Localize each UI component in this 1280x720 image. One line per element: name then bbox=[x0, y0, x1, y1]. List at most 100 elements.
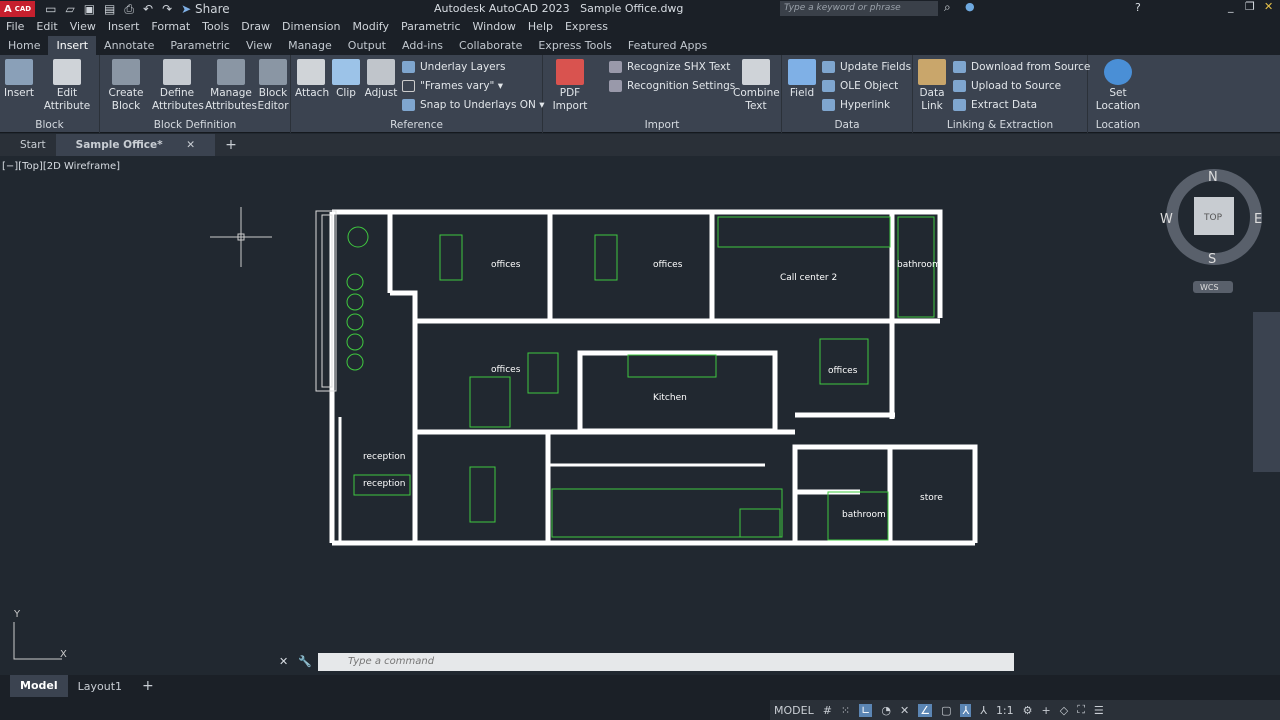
tab-express-tools[interactable]: Express Tools bbox=[530, 36, 620, 55]
room-label: reception bbox=[363, 479, 405, 489]
define-attributes-button[interactable]: Define Attributes bbox=[152, 59, 204, 113]
panel-title-reference[interactable]: Reference bbox=[291, 119, 542, 131]
new-tab-button[interactable]: + bbox=[215, 137, 247, 153]
data-link-button[interactable]: Data Link bbox=[916, 59, 948, 113]
snap-underlays-dropdown[interactable]: Snap to Underlays ON ▾ bbox=[402, 99, 545, 111]
new-icon[interactable]: ▭ bbox=[45, 2, 56, 17]
menu-modify[interactable]: Modify bbox=[347, 18, 395, 36]
set-location-button[interactable]: Set Location bbox=[1094, 59, 1142, 113]
print-icon[interactable]: ⎙ bbox=[124, 2, 134, 17]
grid-icon[interactable]: # bbox=[823, 704, 832, 717]
extract-data-button[interactable]: Extract Data bbox=[953, 99, 1037, 111]
gear-icon[interactable]: ⚙ bbox=[1023, 704, 1033, 717]
hyperlink-button[interactable]: Hyperlink bbox=[822, 99, 890, 111]
maximize-button[interactable]: ❐ bbox=[1245, 0, 1255, 13]
menu-express[interactable]: Express bbox=[559, 18, 614, 36]
tab-view[interactable]: View bbox=[238, 36, 280, 55]
edit-attribute-button[interactable]: Edit Attribute bbox=[42, 59, 92, 113]
command-input[interactable]: Type a command bbox=[318, 653, 1014, 671]
dynamic-ucs-icon[interactable]: ∠ bbox=[918, 703, 933, 717]
user-icon[interactable]: ● bbox=[965, 0, 975, 13]
panel-title-block[interactable]: Block bbox=[0, 119, 99, 131]
fullscreen-icon[interactable]: ⛶ bbox=[1077, 703, 1085, 717]
recognition-settings-button[interactable]: Recognition Settings bbox=[609, 80, 735, 92]
menu-draw[interactable]: Draw bbox=[235, 18, 276, 36]
plus-icon[interactable]: + bbox=[1042, 704, 1051, 717]
menu-window[interactable]: Window bbox=[467, 18, 522, 36]
frames-dropdown[interactable]: "Frames vary" ▾ bbox=[402, 80, 503, 92]
menu-tools[interactable]: Tools bbox=[196, 18, 235, 36]
ole-object-button[interactable]: OLE Object bbox=[822, 80, 898, 92]
add-layout-button[interactable]: + bbox=[132, 678, 164, 694]
update-fields-button[interactable]: Update Fields bbox=[822, 61, 911, 73]
auto-scale-icon[interactable]: ⅄ bbox=[980, 704, 987, 717]
download-source-button[interactable]: Download from Source bbox=[953, 61, 1090, 73]
undo-icon[interactable]: ↶ bbox=[143, 2, 153, 17]
create-block-button[interactable]: Create Block bbox=[107, 59, 145, 113]
menu-view[interactable]: View bbox=[64, 18, 102, 36]
menu-help[interactable]: Help bbox=[522, 18, 559, 36]
attach-button[interactable]: Attach bbox=[295, 59, 329, 100]
pdf-import-button[interactable]: PDF Import bbox=[551, 59, 589, 113]
tab-sample-office[interactable]: Sample Office* ✕ bbox=[55, 134, 216, 156]
save-as-icon[interactable]: ▤ bbox=[104, 2, 115, 17]
model-space-button[interactable]: MODEL bbox=[774, 704, 814, 717]
polar-icon[interactable]: ◔ bbox=[881, 704, 891, 717]
customize-icon[interactable]: 🔧 bbox=[298, 655, 312, 668]
tab-sample-office-label: Sample Office* bbox=[75, 139, 163, 151]
search-input[interactable]: Type a keyword or phrase bbox=[780, 1, 938, 16]
viewcube[interactable]: TOP N S E W WCS bbox=[1160, 169, 1262, 293]
save-icon[interactable]: ▣ bbox=[84, 2, 95, 17]
menu-parametric[interactable]: Parametric bbox=[395, 18, 467, 36]
close-tab-icon[interactable]: ✕ bbox=[176, 139, 205, 151]
block-editor-button[interactable]: Block Editor bbox=[257, 59, 289, 113]
help-icon[interactable]: ? bbox=[1135, 1, 1141, 14]
close-button[interactable]: ✕ bbox=[1264, 0, 1273, 13]
edit-attribute-label: Edit Attribute bbox=[43, 87, 91, 112]
tab-home[interactable]: Home bbox=[0, 36, 48, 55]
tab-add-ins[interactable]: Add-ins bbox=[394, 36, 451, 55]
underlay-layers-button[interactable]: Underlay Layers bbox=[402, 61, 505, 73]
tab-start[interactable]: Start bbox=[10, 139, 56, 151]
manage-attributes-button[interactable]: Manage Attributes bbox=[205, 59, 257, 113]
menu-dimension[interactable]: Dimension bbox=[276, 18, 346, 36]
combine-text-button[interactable]: Combine Text bbox=[733, 59, 780, 113]
minimize-button[interactable]: _ bbox=[1228, 0, 1234, 13]
menu-insert[interactable]: Insert bbox=[102, 18, 146, 36]
menu-icon[interactable]: ☰ bbox=[1094, 704, 1104, 717]
tab-annotate[interactable]: Annotate bbox=[96, 36, 162, 55]
command-close-icon[interactable]: ✕ bbox=[279, 655, 288, 668]
share-button[interactable]: ➤ Share bbox=[181, 2, 230, 17]
tab-collaborate[interactable]: Collaborate bbox=[451, 36, 530, 55]
field-button[interactable]: Field bbox=[786, 59, 818, 100]
tab-manage[interactable]: Manage bbox=[280, 36, 340, 55]
annotation-visibility-icon[interactable]: ⅄ bbox=[960, 703, 972, 717]
osnap-icon[interactable]: ✕ bbox=[900, 704, 909, 717]
upload-source-button[interactable]: Upload to Source bbox=[953, 80, 1061, 92]
menu-format[interactable]: Format bbox=[145, 18, 196, 36]
navigation-bar[interactable] bbox=[1253, 312, 1280, 472]
tab-insert[interactable]: Insert bbox=[48, 36, 97, 55]
menu-file[interactable]: File bbox=[0, 18, 30, 36]
ortho-icon[interactable]: ∟ bbox=[859, 703, 873, 717]
tab-parametric[interactable]: Parametric bbox=[162, 36, 238, 55]
tab-output[interactable]: Output bbox=[340, 36, 394, 55]
isolate-icon[interactable]: ◇ bbox=[1060, 704, 1068, 717]
redo-icon[interactable]: ↷ bbox=[162, 2, 172, 17]
tab-model[interactable]: Model bbox=[10, 675, 68, 697]
search-icon[interactable]: ⌕ bbox=[944, 0, 951, 15]
menu-edit[interactable]: Edit bbox=[30, 18, 63, 36]
open-icon[interactable]: ▱ bbox=[65, 2, 74, 17]
recognize-shx-button[interactable]: Recognize SHX Text bbox=[609, 61, 730, 73]
lineweight-icon[interactable]: ▢ bbox=[941, 704, 951, 717]
panel-title-block-definition[interactable]: Block Definition bbox=[100, 119, 290, 131]
tab-featured-apps[interactable]: Featured Apps bbox=[620, 36, 715, 55]
tab-layout1[interactable]: Layout1 bbox=[68, 680, 132, 693]
snap-mode-icon[interactable]: ⁙ bbox=[841, 704, 850, 717]
insert-button[interactable]: Insert bbox=[3, 59, 35, 100]
app-logo[interactable]: A CAD bbox=[0, 1, 36, 17]
adjust-button[interactable]: Adjust bbox=[364, 59, 398, 100]
clip-button[interactable]: Clip bbox=[331, 59, 361, 100]
drawing-viewport[interactable]: [−][Top][2D Wireframe] offices offices C… bbox=[0, 157, 1280, 674]
annotation-scale[interactable]: 1:1 bbox=[996, 704, 1014, 717]
